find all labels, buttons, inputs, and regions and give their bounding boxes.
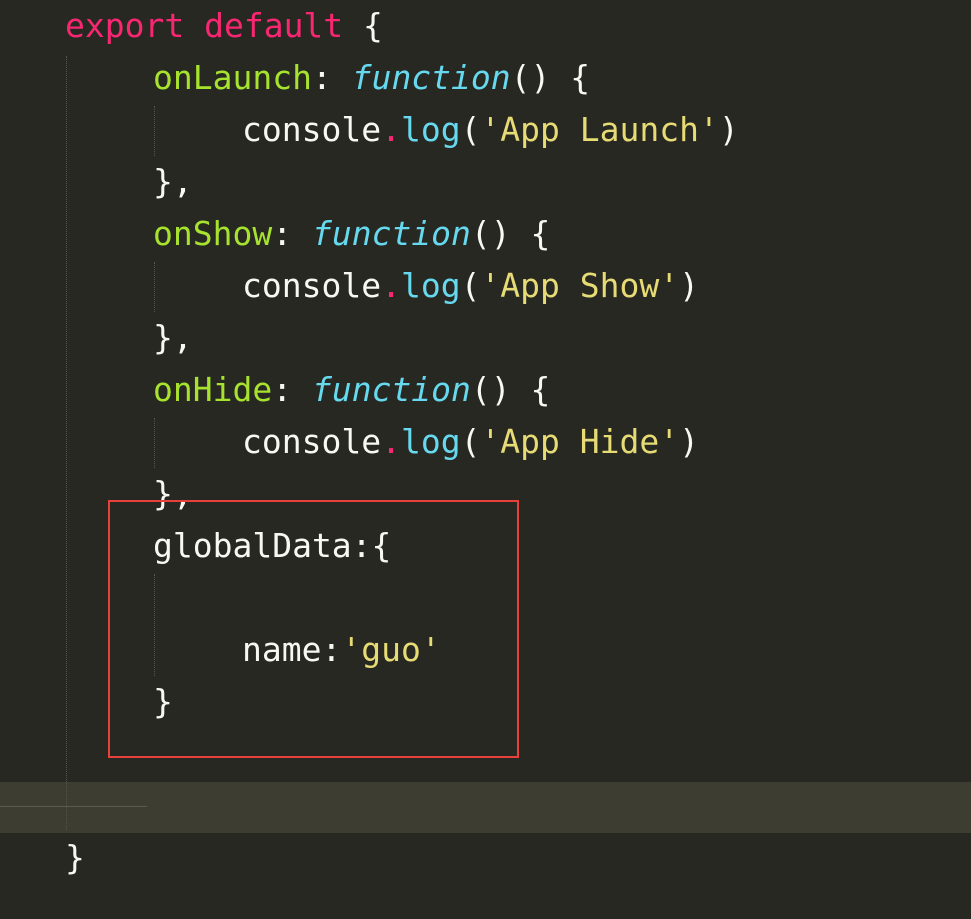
close-brace-comma: }, — [153, 318, 193, 357]
params-brace: () { — [470, 214, 551, 253]
indent-guide-onshow — [154, 262, 155, 312]
open-paren: ( — [460, 266, 481, 305]
annotation-highlight-box — [108, 500, 519, 758]
text-cursor-underline — [0, 806, 147, 807]
member-dot: . — [381, 110, 401, 149]
keyword-default: default — [204, 6, 344, 45]
property-onhide: onHide — [153, 370, 273, 409]
close-paren: ) — [718, 110, 739, 149]
console-object: console — [242, 422, 382, 461]
indent-guide-onhide — [154, 418, 155, 468]
string-literal: 'App Launch' — [480, 110, 719, 149]
open-paren: ( — [460, 422, 481, 461]
params-brace: () { — [470, 370, 551, 409]
colon: : — [272, 370, 293, 409]
open-paren: ( — [460, 110, 481, 149]
member-dot: . — [381, 422, 401, 461]
keyword-function: function — [351, 58, 511, 97]
keyword-function: function — [311, 370, 471, 409]
close-paren: ) — [679, 266, 699, 305]
colon: : — [311, 58, 332, 97]
code-line-8[interactable]: onHide: function() { — [153, 364, 550, 416]
code-line-1[interactable]: export default { — [65, 0, 383, 52]
console-object: console — [242, 110, 382, 149]
open-brace: { — [363, 6, 383, 45]
member-dot: . — [381, 266, 401, 305]
code-line-6[interactable]: console.log('App Show') — [242, 260, 699, 312]
string-literal: 'App Hide' — [480, 422, 680, 461]
code-line-3[interactable]: console.log('App Launch') — [242, 104, 739, 156]
code-line-9[interactable]: console.log('App Hide') — [242, 416, 699, 468]
code-line-2[interactable]: onLaunch: function() { — [153, 52, 590, 104]
code-line-5[interactable]: onShow: function() { — [153, 208, 550, 260]
params-brace: () { — [510, 58, 591, 97]
log-method: log — [400, 266, 461, 305]
code-line-7[interactable]: }, — [153, 312, 193, 364]
code-editor[interactable]: export default { onLaunch: function() { … — [0, 0, 971, 919]
colon: : — [272, 214, 293, 253]
close-brace-final: } — [65, 838, 85, 877]
keyword-export: export — [65, 6, 185, 45]
current-line-highlight — [0, 782, 971, 833]
console-object: console — [242, 266, 382, 305]
close-brace-comma: }, — [153, 162, 193, 201]
log-method: log — [400, 422, 461, 461]
indent-guide-onlaunch — [154, 106, 155, 156]
indent-guide-outer — [66, 56, 67, 830]
close-paren: ) — [679, 422, 699, 461]
property-onshow: onShow — [153, 214, 273, 253]
log-method: log — [400, 110, 461, 149]
code-line-4[interactable]: }, — [153, 156, 193, 208]
string-literal: 'App Show' — [480, 266, 680, 305]
property-onlaunch: onLaunch — [153, 58, 312, 97]
code-line-17[interactable]: } — [65, 832, 85, 884]
keyword-function: function — [311, 214, 471, 253]
